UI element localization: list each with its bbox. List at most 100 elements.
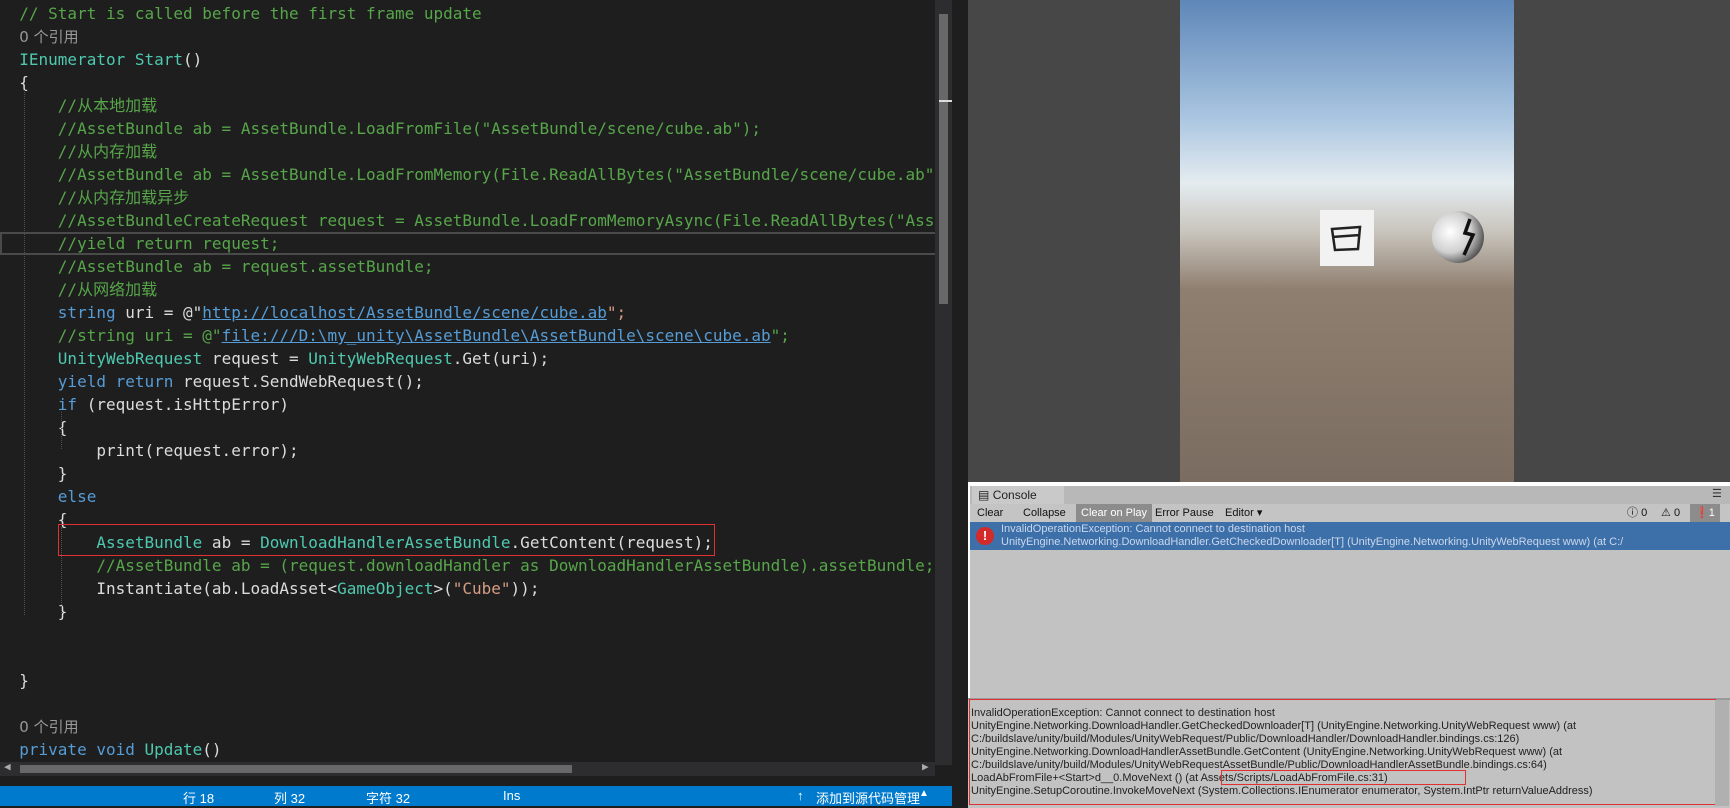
code-token: (request.isHttpError): [77, 395, 289, 414]
code-line[interactable]: //AssetBundle ab = AssetBundle.LoadFromF…: [0, 117, 940, 140]
console-icon: ▤: [978, 488, 990, 502]
add-to-source-control-button[interactable]: 添加到源代码管理: [816, 788, 920, 807]
code-line[interactable]: {: [0, 71, 940, 94]
code-token[interactable]: file:///D:\my_unity\AssetBundle\AssetBun…: [222, 326, 771, 345]
code-line[interactable]: //从本地加载: [0, 94, 940, 117]
code-line[interactable]: }: [0, 600, 940, 623]
code-line[interactable]: else: [0, 485, 940, 508]
clear-on-play-toggle[interactable]: Clear on Play: [1076, 504, 1153, 522]
editor-dropdown[interactable]: Editor ▾: [1220, 504, 1267, 522]
indent-guide: [24, 90, 25, 615]
code-line[interactable]: //从内存加载: [0, 140, 940, 163]
code-lines[interactable]: // Start is called before the first fram…: [0, 2, 952, 761]
panel-divider[interactable]: [952, 0, 968, 806]
sphere-object: [1432, 211, 1484, 263]
log-entry-message: InvalidOperationException: Cannot connec…: [1001, 523, 1305, 535]
code-line[interactable]: //AssetBundleCreateRequest request = Ass…: [0, 209, 952, 232]
scroll-left-icon[interactable]: ◀: [4, 760, 11, 773]
code-token: //string uri = @": [19, 326, 222, 345]
code-token: string: [57, 303, 116, 322]
error-filter-toggle[interactable]: ❗1: [1690, 504, 1720, 522]
code-editor[interactable]: // Start is called before the first fram…: [0, 0, 952, 788]
code-line[interactable]: //string uri = @"file:///D:\my_unity\Ass…: [0, 324, 940, 347]
code-token: .Get(uri);: [452, 349, 550, 368]
code-token: }: [19, 671, 29, 690]
status-char: 字符 32: [366, 791, 411, 806]
code-token: ";: [770, 326, 790, 345]
editor-horizontal-scrollbar[interactable]: ◀ ▶: [0, 760, 935, 776]
code-token: //AssetBundle ab = AssetBundle.LoadFromF…: [19, 119, 761, 138]
code-token: Instantiate(ab.LoadAsset<: [19, 579, 338, 598]
error-pause-toggle[interactable]: Error Pause: [1150, 504, 1219, 522]
error-icon: ❗: [1695, 507, 1709, 519]
error-count: 1: [1708, 507, 1715, 519]
code-line[interactable]: [0, 692, 940, 715]
code-line[interactable]: //AssetBundle ab = AssetBundle.LoadFromM…: [0, 163, 952, 186]
code-token[interactable]: http://localhost/AssetBundle/scene/cube.…: [202, 303, 607, 322]
editor-vertical-scrollbar[interactable]: [935, 0, 952, 765]
info-icon: ⓘ: [1627, 507, 1638, 519]
code-line[interactable]: print(request.error);: [0, 439, 940, 462]
code-line[interactable]: {: [0, 508, 940, 531]
code-line[interactable]: IEnumerator Start(): [0, 48, 940, 71]
code-line[interactable]: private void Update(): [0, 738, 940, 761]
code-line[interactable]: //从内存加载异步: [0, 186, 940, 209]
code-line[interactable]: [0, 646, 940, 669]
code-line[interactable]: // Start is called before the first fram…: [0, 2, 940, 25]
chevron-down-icon: ▾: [1256, 507, 1263, 519]
console-tab-label: Console: [992, 488, 1037, 502]
status-column: 列 32: [274, 791, 306, 806]
code-line[interactable]: UnityWebRequest request = UnityWebReques…: [0, 347, 940, 370]
code-line[interactable]: 0 个引用: [0, 25, 940, 48]
log-entry-trace: UnityEngine.Networking.DownloadHandler.G…: [1001, 536, 1624, 548]
code-line[interactable]: AssetBundle ab = DownloadHandlerAssetBun…: [0, 531, 940, 554]
code-line[interactable]: }: [0, 462, 940, 485]
code-line[interactable]: Instantiate(ab.LoadAsset<GameObject>("Cu…: [0, 577, 940, 600]
code-line[interactable]: 0 个引用: [0, 715, 940, 738]
code-line[interactable]: //从网络加载: [0, 278, 940, 301]
code-line[interactable]: [0, 623, 940, 646]
indent-guide: [61, 412, 62, 449]
code-token: >(: [433, 579, 453, 598]
upload-icon: ↑: [797, 788, 804, 803]
warning-icon: ⚠: [1661, 507, 1671, 519]
error-icon: !: [976, 527, 994, 545]
code-line[interactable]: //yield return request;: [0, 232, 940, 255]
scroll-right-icon[interactable]: ▶: [922, 760, 929, 773]
scroll-marker: [939, 100, 952, 102]
menu-icon[interactable]: ☰: [1712, 487, 1722, 500]
info-filter-toggle[interactable]: ⓘ 0: [1622, 504, 1652, 522]
code-line[interactable]: //AssetBundle ab = request.assetBundle;: [0, 255, 940, 278]
code-token: //从本地加载: [19, 96, 158, 115]
code-line[interactable]: if (request.isHttpError): [0, 393, 940, 416]
detail-scrollbar[interactable]: [1715, 700, 1729, 806]
log-entry[interactable]: ! InvalidOperationException: Cannot conn…: [970, 522, 1730, 550]
code-line[interactable]: string uri = @"http://localhost/AssetBun…: [0, 301, 940, 324]
collapse-button[interactable]: Collapse: [1018, 504, 1071, 522]
code-token: ));: [510, 579, 540, 598]
tab-console[interactable]: ▤ Console: [972, 486, 1064, 504]
code-token: Update: [144, 740, 203, 759]
code-token: AssetBundle: [96, 533, 203, 552]
code-line[interactable]: {: [0, 416, 940, 439]
code-line[interactable]: }: [0, 669, 940, 692]
code-token: Start: [134, 50, 184, 69]
code-token: else: [57, 487, 97, 506]
scrollbar-thumb[interactable]: [20, 765, 572, 773]
highlight-box-script-location: [1221, 770, 1466, 785]
warning-count: 0: [1673, 507, 1681, 519]
code-token: yield return: [57, 372, 174, 391]
console-tab-bar: [970, 486, 1730, 504]
code-token: 0 个引用: [19, 28, 79, 46]
code-line[interactable]: //AssetBundle ab = (request.downloadHand…: [0, 554, 940, 577]
clear-button[interactable]: Clear: [972, 504, 1008, 522]
code-line[interactable]: yield return request.SendWebRequest();: [0, 370, 940, 393]
editor-dropdown-label: Editor: [1225, 507, 1254, 519]
chevron-up-icon[interactable]: ▲: [919, 788, 929, 799]
warning-filter-toggle[interactable]: ⚠ 0: [1656, 504, 1685, 522]
scrollbar-thumb[interactable]: [939, 14, 948, 304]
